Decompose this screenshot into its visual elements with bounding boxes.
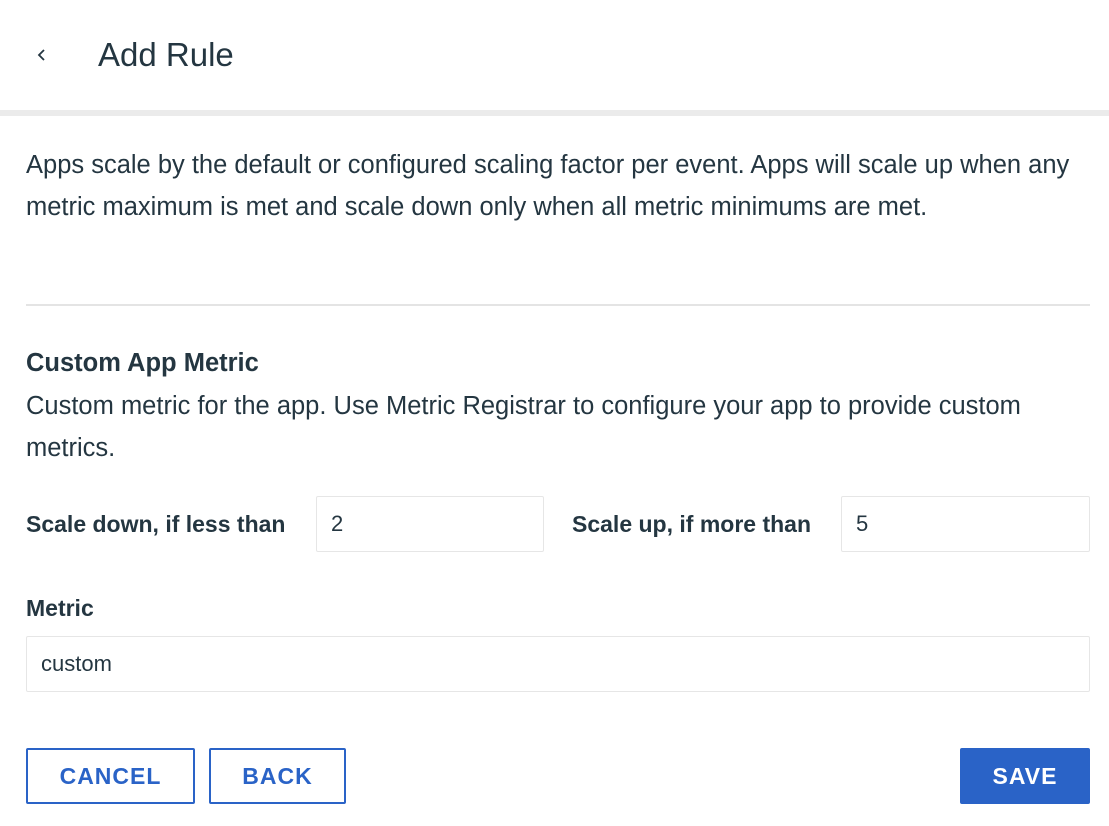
section-title: Custom App Metric	[26, 349, 259, 377]
page-title: Add Rule	[98, 36, 234, 73]
scale-down-input[interactable]	[316, 496, 544, 552]
back-button[interactable]: BACK	[209, 748, 346, 804]
section-divider	[26, 304, 1090, 306]
header-divider	[0, 110, 1109, 116]
section-description: Custom metric for the app. Use Metric Re…	[26, 392, 1021, 462]
scale-up-label: Scale up, if more than	[572, 511, 811, 537]
save-button[interactable]: SAVE	[960, 748, 1090, 804]
scaling-description: Apps scale by the default or configured …	[26, 151, 1070, 221]
page-header: Add Rule	[0, 0, 1109, 110]
scale-down-label: Scale down, if less than	[26, 511, 286, 537]
chevron-left-icon[interactable]	[30, 38, 54, 72]
cancel-button[interactable]: CANCEL	[26, 748, 195, 804]
scale-up-input[interactable]	[841, 496, 1090, 552]
metric-label: Metric	[26, 595, 94, 621]
metric-input[interactable]	[26, 636, 1090, 692]
